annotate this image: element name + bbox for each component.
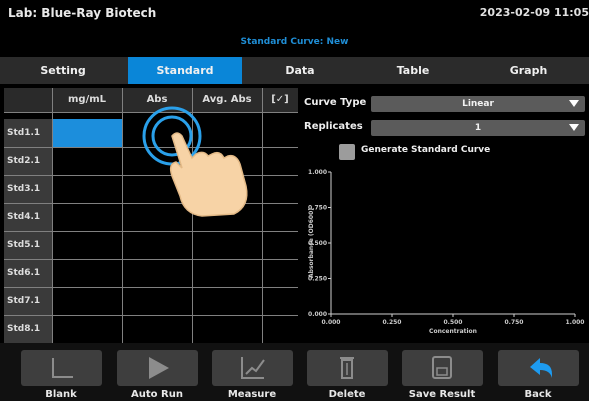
lab-title: Lab: Blue-Ray Biotech [8, 6, 157, 20]
blank-button[interactable] [21, 350, 102, 386]
tab-setting[interactable]: Setting [0, 57, 126, 84]
blank-icon [52, 358, 73, 378]
measure-button[interactable] [212, 350, 293, 386]
x-tick-label: 0.750 [505, 319, 524, 326]
row-header: Std7.1 [4, 287, 52, 315]
auto-run-button[interactable] [117, 350, 198, 386]
standard-curve-chart: 0.000 0.250 0.500 0.750 1.0000.0000.2500.500… [308, 169, 585, 335]
trash-icon [340, 357, 354, 379]
play-icon [149, 357, 169, 379]
generate-curve-checkbox[interactable] [339, 144, 355, 160]
dropdown-arrow-icon [569, 100, 579, 107]
blank-label: Blank [45, 389, 77, 400]
delete-button[interactable] [307, 350, 388, 386]
tab-table[interactable]: Table [358, 57, 468, 84]
y-axis-label: Absorbance (OD600) [308, 208, 315, 278]
back-arrow-icon [530, 358, 552, 378]
back-label: Back [524, 389, 552, 400]
tab-data[interactable]: Data [242, 57, 358, 84]
replicates-select[interactable]: 1 [371, 120, 585, 136]
back-button[interactable] [498, 350, 579, 386]
save-icon [432, 356, 452, 379]
tab-graph[interactable]: Graph [468, 57, 589, 84]
replicates-label: Replicates [304, 121, 363, 132]
column-header-check: [✓] [262, 88, 298, 112]
curve-type-value: Linear [462, 99, 494, 109]
y-tick-label: 1.000 [308, 169, 327, 176]
x-axis-label: Concentration [429, 328, 477, 335]
date-time: 2023-02-09 11:05 [479, 6, 589, 19]
row-header: Std1.1 [4, 119, 52, 147]
column-header-mg-ml: mg/mL [52, 88, 122, 112]
x-tick-label: 0.000 [322, 319, 341, 326]
delete-label: Delete [328, 389, 366, 400]
tap-hand-icon [142, 106, 248, 217]
replicates-value: 1 [474, 123, 482, 133]
x-tick-label: 1.000 [566, 319, 585, 326]
corner-header [4, 88, 52, 112]
dropdown-arrow-icon [569, 124, 579, 131]
row-header: Std8.1 [4, 315, 52, 343]
tab-standard[interactable]: Standard [128, 57, 242, 84]
row-header: Std3.1 [4, 175, 52, 203]
chart-axes [330, 172, 575, 315]
tab-bar: Setting Standard Data Table Graph [0, 57, 589, 84]
row-header: Std4.1 [4, 203, 52, 231]
measure-label: Measure [227, 389, 277, 400]
x-tick-label: 0.250 [383, 319, 402, 326]
auto-run-label: Auto Run [131, 389, 183, 400]
x-tick-label: 0.500 [444, 319, 463, 326]
screen-title: Standard Curve: New [240, 37, 349, 47]
save-result-label: Save Result [408, 389, 476, 400]
save-result-button[interactable] [402, 350, 483, 386]
row-header: Std6.1 [4, 259, 52, 287]
generate-curve-label: Generate Standard Curve [361, 145, 491, 155]
row-header: Std2.1 [4, 147, 52, 175]
y-tick-label: 0.000 [308, 311, 327, 318]
curve-type-label: Curve Type [304, 97, 367, 108]
measure-chart-icon [241, 357, 265, 379]
curve-type-select[interactable]: Linear [371, 96, 585, 112]
row-header: Std5.1 [4, 231, 52, 259]
table-cell-selected[interactable] [53, 119, 122, 147]
